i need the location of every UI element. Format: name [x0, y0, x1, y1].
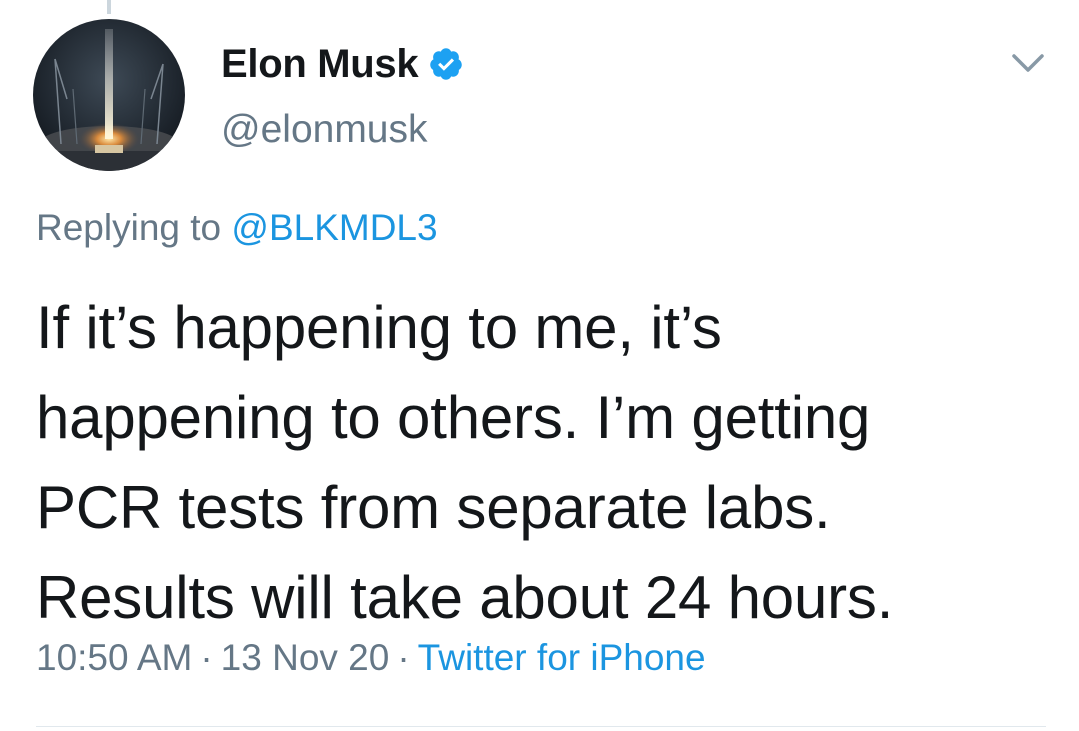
rocket-launch-avatar-image — [33, 19, 185, 171]
tweet-text-line: Results will take about 24 hours. — [36, 564, 894, 631]
meta-separator: · — [397, 637, 410, 678]
tweet-card: Elon Musk @elonmusk Replying to @BLKMDL3… — [0, 0, 1079, 731]
meta-separator: · — [200, 637, 213, 678]
replying-to-label: Replying to — [36, 207, 222, 248]
tweet-text-line: happening to others. I’m getting — [36, 384, 871, 451]
author-name-row: Elon Musk — [221, 40, 464, 88]
author-name[interactable]: Elon Musk — [221, 42, 419, 87]
chevron-down-icon[interactable] — [1006, 46, 1050, 80]
author-handle[interactable]: @elonmusk — [221, 108, 428, 152]
tweet-text-line: If it’s happening to me, it’s — [36, 294, 722, 361]
thread-connector-line — [107, 0, 111, 14]
tweet-text: If it’s happening to me, it’s happening … — [36, 283, 1046, 643]
tweet-time[interactable]: 10:50 AM — [36, 637, 192, 678]
tweet-date[interactable]: 13 Nov 20 — [221, 637, 390, 678]
verified-badge-icon — [428, 46, 464, 82]
replying-to-line: Replying to @BLKMDL3 — [36, 207, 438, 249]
divider — [36, 726, 1046, 727]
tweet-text-line: PCR tests from separate labs. — [36, 474, 831, 541]
reply-handle-link[interactable]: @BLKMDL3 — [231, 207, 437, 248]
avatar[interactable] — [33, 19, 185, 171]
tweet-meta: 10:50 AM · 13 Nov 20 · Twitter for iPhone — [36, 637, 706, 679]
tweet-source-link[interactable]: Twitter for iPhone — [418, 637, 706, 678]
